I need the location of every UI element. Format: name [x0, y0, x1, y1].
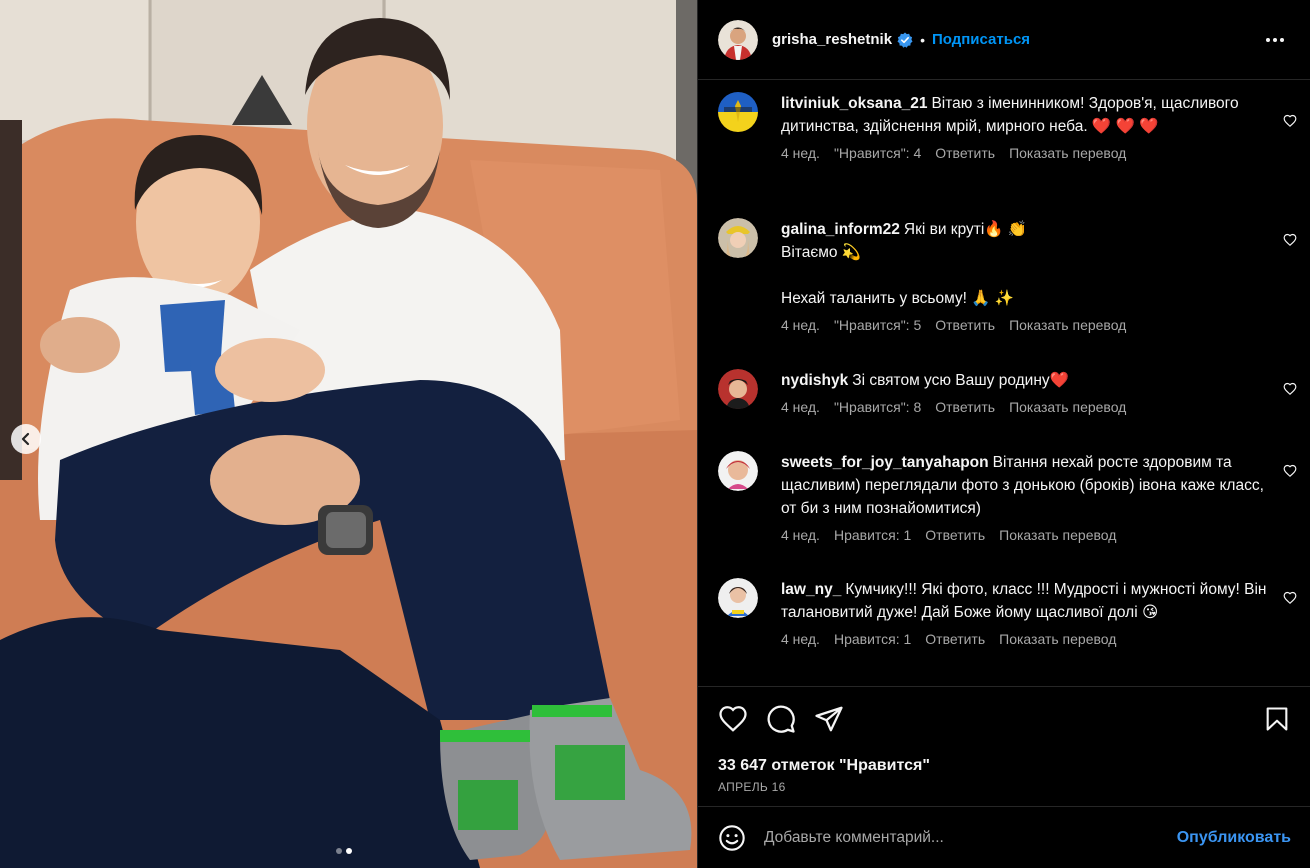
comment-text: nydishyk Зі святом усю Вашу родину❤️ [781, 369, 1271, 392]
comment-time[interactable]: 4 нед. [781, 317, 820, 333]
translate-button[interactable]: Показать перевод [999, 527, 1116, 543]
comment-text: law_ny_ Кумчику!!! Які фото, класс !!! Му… [781, 578, 1271, 624]
bookmark-icon[interactable] [1263, 705, 1291, 733]
comment-likes[interactable]: Нравится: 1 [834, 527, 911, 543]
comment-meta: 4 нед. Нравится: 1 Ответить Показать пер… [781, 631, 1291, 647]
comment-username[interactable]: sweets_for_joy_tanyahapon [781, 454, 989, 471]
comment-username[interactable]: nydishyk [781, 372, 848, 389]
comment-input[interactable] [764, 828, 1177, 847]
verified-badge-icon [897, 32, 913, 48]
reply-button[interactable]: Ответить [925, 631, 985, 647]
smiley-icon[interactable] [718, 824, 746, 852]
translate-button[interactable]: Показать перевод [1009, 399, 1126, 415]
heart-icon[interactable] [718, 704, 748, 734]
post-date: АПРЕЛЬ 16 [718, 780, 786, 794]
carousel-dot[interactable] [336, 848, 342, 854]
translate-button[interactable]: Показать перевод [999, 631, 1116, 647]
translate-button[interactable]: Показать перевод [1009, 317, 1126, 333]
header-separator: • [920, 31, 925, 48]
post-image [0, 0, 697, 868]
carousel-prev-button[interactable] [11, 424, 41, 454]
comment-time[interactable]: 4 нед. [781, 145, 820, 161]
comment-item: law_ny_ Кумчику!!! Які фото, класс !!! Му… [718, 578, 1297, 647]
comment-likes[interactable]: "Нравится": 4 [834, 145, 921, 161]
heart-icon[interactable] [1283, 382, 1297, 396]
heart-icon[interactable] [1283, 233, 1297, 247]
reply-button[interactable]: Ответить [935, 145, 995, 161]
comment-username[interactable]: litviniuk_oksana_21 [781, 95, 927, 112]
publish-button[interactable]: Опубликовать [1177, 829, 1291, 847]
post-photo [0, 0, 697, 868]
post-author-username[interactable]: grisha_reshetnik [772, 31, 892, 48]
comment-content-line3: Нехай таланить у всьому! 🙏 ✨ [781, 290, 1015, 307]
comment-time[interactable]: 4 нед. [781, 527, 820, 543]
avatar[interactable] [718, 218, 758, 258]
paper-plane-icon[interactable] [814, 704, 844, 734]
follow-button[interactable]: Подписаться [932, 31, 1030, 48]
comment-item: litviniuk_oksana_21 Вітаю з іменинником! … [718, 92, 1297, 161]
avatar[interactable] [718, 369, 758, 409]
comment-content: Кумчику!!! Які фото, класс !!! Мудрості … [781, 581, 1267, 621]
comment-meta: 4 нед. "Нравится": 8 Ответить Показать п… [781, 399, 1291, 415]
comment-time[interactable]: 4 нед. [781, 399, 820, 415]
ellipsis-icon[interactable] [1260, 32, 1290, 48]
comments-list[interactable]: litviniuk_oksana_21 Вітаю з іменинником! … [698, 81, 1310, 685]
likes-count[interactable]: 33 647 отметок "Нравится" [718, 757, 1291, 775]
reply-button[interactable]: Ответить [925, 527, 985, 543]
comment-time[interactable]: 4 нед. [781, 631, 820, 647]
comment-username[interactable]: galina_inform22 [781, 221, 900, 238]
comment-likes[interactable]: "Нравится": 5 [834, 317, 921, 333]
carousel-dot-active[interactable] [346, 848, 352, 854]
action-icons-row [718, 703, 1291, 735]
comment-meta: 4 нед. "Нравится": 4 Ответить Показать п… [781, 145, 1291, 161]
post-actions: 33 647 отметок "Нравится" АПРЕЛЬ 16 [698, 686, 1310, 806]
comment-content: Зі святом усю Вашу родину❤️ [852, 372, 1069, 389]
post-side-panel: grisha_reshetnik • Подписаться litviniuk… [697, 0, 1310, 868]
comment-meta: 4 нед. "Нравится": 5 Ответить Показать п… [781, 317, 1291, 333]
comment-content-line2: Вітаємо 💫 [781, 244, 862, 261]
comment-bubble-icon[interactable] [766, 704, 796, 734]
comment-likes[interactable]: "Нравится": 8 [834, 399, 921, 415]
comment-text: galina_inform22 Які ви круті🔥 👏 Вітаємо 💫… [781, 218, 1271, 310]
comment-likes[interactable]: Нравится: 1 [834, 631, 911, 647]
carousel-indicator [336, 848, 352, 854]
comment-item: nydishyk Зі святом усю Вашу родину❤️ 4 не… [718, 369, 1297, 415]
comment-username[interactable]: law_ny_ [781, 581, 841, 598]
heart-icon[interactable] [1283, 591, 1297, 605]
heart-icon[interactable] [1283, 114, 1297, 128]
avatar[interactable] [718, 92, 758, 132]
comment-item: sweets_for_joy_tanyahapon Вітання нехай р… [718, 451, 1297, 543]
heart-icon[interactable] [1283, 464, 1297, 478]
avatar[interactable] [718, 19, 758, 60]
comment-meta: 4 нед. Нравится: 1 Ответить Показать пер… [781, 527, 1291, 543]
chevron-left-icon [21, 432, 30, 446]
comment-text: sweets_for_joy_tanyahapon Вітання нехай р… [781, 451, 1271, 520]
post-header: grisha_reshetnik • Подписаться [698, 0, 1310, 80]
reply-button[interactable]: Ответить [935, 399, 995, 415]
comment-text: litviniuk_oksana_21 Вітаю з іменинником! … [781, 92, 1271, 138]
add-comment-bar: Опубликовать [698, 806, 1310, 868]
avatar[interactable] [718, 451, 758, 491]
translate-button[interactable]: Показать перевод [1009, 145, 1126, 161]
comment-item: galina_inform22 Які ви круті🔥 👏 Вітаємо 💫… [718, 218, 1297, 333]
avatar[interactable] [718, 578, 758, 618]
reply-button[interactable]: Ответить [935, 317, 995, 333]
comment-content: Які ви круті🔥 👏 [903, 221, 1028, 238]
